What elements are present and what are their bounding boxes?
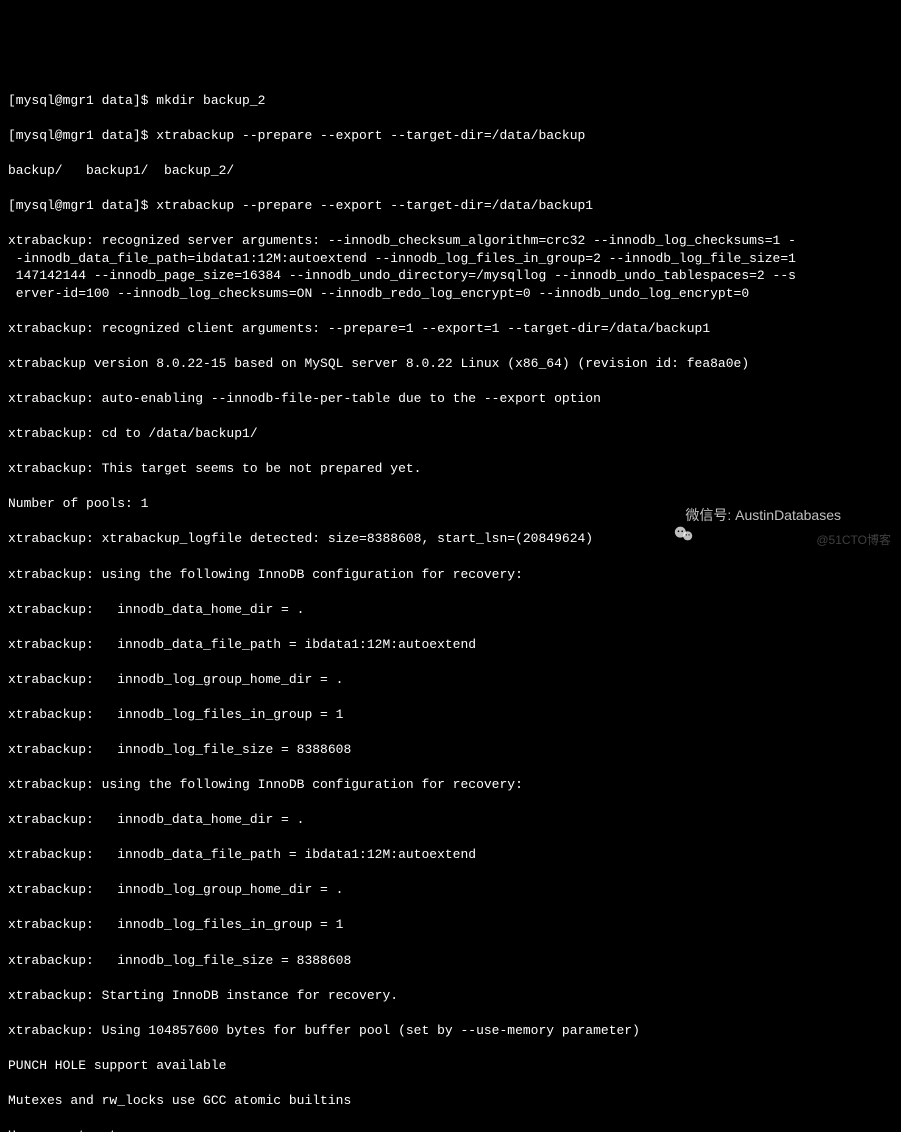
terminal-line: xtrabackup: Using 104857600 bytes for bu…	[8, 1022, 893, 1040]
terminal-line: xtrabackup: using the following InnoDB c…	[8, 566, 893, 584]
terminal-line: xtrabackup: innodb_log_file_size = 83886…	[8, 952, 893, 970]
terminal-line: xtrabackup: recognized client arguments:…	[8, 320, 893, 338]
terminal-line: xtrabackup: innodb_log_group_home_dir = …	[8, 671, 893, 689]
wechat-watermark-text: 微信号: AustinDatabases	[685, 506, 841, 525]
terminal-line: [mysql@mgr1 data]$ mkdir backup_2	[8, 92, 893, 110]
terminal-line: xtrabackup: innodb_data_file_path = ibda…	[8, 636, 893, 654]
terminal-line: xtrabackup: innodb_log_files_in_group = …	[8, 916, 893, 934]
terminal-line: backup/ backup1/ backup_2/	[8, 162, 893, 180]
cto-watermark: @51CTO博客	[816, 532, 891, 548]
terminal-line: xtrabackup: innodb_data_home_dir = .	[8, 601, 893, 619]
terminal-line: xtrabackup: xtrabackup_logfile detected:…	[8, 530, 893, 548]
terminal-line: PUNCH HOLE support available	[8, 1057, 893, 1075]
terminal-line: xtrabackup: using the following InnoDB c…	[8, 776, 893, 794]
terminal-line: [mysql@mgr1 data]$ xtrabackup --prepare …	[8, 197, 893, 215]
terminal-line: xtrabackup: innodb_log_group_home_dir = …	[8, 881, 893, 899]
wechat-watermark: 微信号: AustinDatabases	[657, 504, 841, 526]
terminal-line: Uses event mutexes	[8, 1127, 893, 1132]
terminal-line: xtrabackup: Starting InnoDB instance for…	[8, 987, 893, 1005]
terminal-line: xtrabackup: innodb_log_file_size = 83886…	[8, 741, 893, 759]
wechat-icon	[657, 504, 679, 526]
terminal-line: xtrabackup: innodb_data_home_dir = .	[8, 811, 893, 829]
terminal-output[interactable]: [mysql@mgr1 data]$ mkdir backup_2 [mysql…	[8, 74, 893, 1132]
terminal-line: xtrabackup version 8.0.22-15 based on My…	[8, 355, 893, 373]
terminal-line: xtrabackup: recognized server arguments:…	[8, 232, 893, 302]
terminal-line: xtrabackup: This target seems to be not …	[8, 460, 893, 478]
terminal-line: xtrabackup: cd to /data/backup1/	[8, 425, 893, 443]
terminal-line: xtrabackup: auto-enabling --innodb-file-…	[8, 390, 893, 408]
terminal-line: xtrabackup: innodb_data_file_path = ibda…	[8, 846, 893, 864]
terminal-line: xtrabackup: innodb_log_files_in_group = …	[8, 706, 893, 724]
terminal-line: [mysql@mgr1 data]$ xtrabackup --prepare …	[8, 127, 893, 145]
terminal-line: Mutexes and rw_locks use GCC atomic buil…	[8, 1092, 893, 1110]
